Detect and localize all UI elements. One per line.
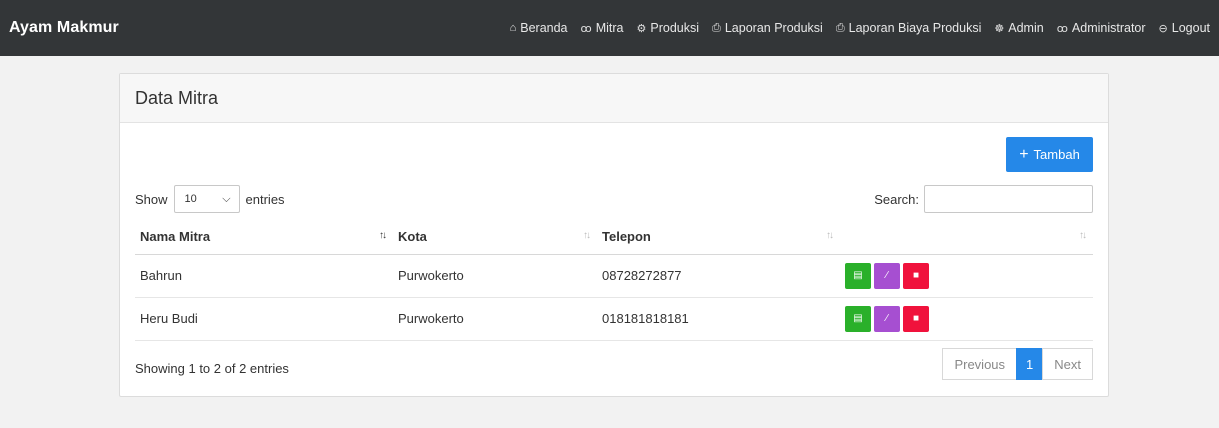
data-mitra-card: Data Mitra + Tambah Show 10 ⌵ entries Se… [119,73,1109,397]
nav-item-label: Admin [1008,21,1044,35]
table-row: Heru Budi Purwokerto 018181818181 ▤ ∕ ■ [135,297,1093,341]
column-header-label: Kota [398,228,427,244]
pagination: Previous 1 Next [942,348,1093,380]
nav-item-label: Mitra [595,21,624,35]
sort-icon: ↑↓ [583,230,591,241]
length-suffix: entries [245,191,285,207]
sort-icon: ↑↓ [1079,230,1087,241]
column-header-label: Telepon [602,228,651,244]
search-input[interactable] [924,185,1093,213]
length-prefix: Show [135,191,168,207]
nav-item-label: Logout [1171,21,1210,35]
nav-menu: ⌂ Beranda ꝏ Mitra ⚙ Produksi ⎙ Laporan P… [497,21,1210,35]
user-icon: ꝏ [1056,22,1068,35]
row-actions: ▤ ∕ ■ [845,262,1088,289]
sort-ascending-icon: ↑↓ [379,230,387,241]
edit-button[interactable]: ∕ [874,305,900,332]
table-header-row: Nama Mitra ↑↓ Kota ↑↓ Telepon ↑↓ ↑↓ [135,219,1093,255]
nav-item-logout[interactable]: ⊖ Logout [1159,21,1210,35]
nav-item-label: Administrator [1071,21,1146,35]
card-header: Data Mitra [120,74,1108,123]
gear-icon: ⚙ [636,22,647,35]
cell-kota: Purwokerto [393,254,597,298]
nav-item-admin[interactable]: ☸ Admin [994,21,1043,35]
cell-nama-mitra: Bahrun [135,254,393,298]
pagination-page-1[interactable]: 1 [1016,348,1044,380]
top-navbar: Ayam Makmur ⌂ Beranda ꝏ Mitra ⚙ Produksi… [0,0,1219,56]
cell-telepon: 018181818181 [597,297,840,341]
table-info: Showing 1 to 2 of 2 entries [135,361,289,376]
nav-item-mitra[interactable]: ꝏ Mitra [581,21,624,35]
nav-item-laporan-produksi[interactable]: ⎙ Laporan Produksi [712,21,823,35]
nav-item-beranda[interactable]: ⌂ Beranda [510,21,568,35]
add-mitra-button[interactable]: + Tambah [1006,137,1093,172]
table-row: Bahrun Purwokerto 08728272877 ▤ ∕ ■ [135,254,1093,298]
card-body: + Tambah Show 10 ⌵ entries Search: Nama … [120,123,1108,397]
users-icon: ꝏ [580,22,592,35]
search-label: Search: [874,191,919,207]
trash-icon: ■ [912,313,920,324]
column-header-nama-mitra[interactable]: Nama Mitra ↑↓ [135,219,393,255]
document-icon: ▤ [853,270,863,281]
printer-icon: ⎙ [712,21,721,34]
delete-button[interactable]: ■ [903,305,929,332]
view-button[interactable]: ▤ [845,262,871,289]
nav-item-label: Laporan Biaya Produksi [848,21,982,35]
printer-icon: ⎙ [835,21,845,34]
edit-button[interactable]: ∕ [874,262,900,289]
pagination-previous[interactable]: Previous [942,348,1018,380]
cell-actions: ▤ ∕ ■ [840,254,1093,298]
plus-icon: + [1019,145,1029,163]
nav-item-label: Laporan Produksi [724,21,823,35]
view-button[interactable]: ▤ [845,305,871,332]
search-control: Search: [874,185,1093,213]
home-icon: ⌂ [509,22,517,34]
column-header-label: Nama Mitra [140,228,211,244]
add-button-label: Tambah [1033,147,1080,162]
pencil-icon: ∕ [886,270,888,281]
group-icon: ☸ [994,22,1005,35]
sort-icon: ↑↓ [826,230,834,241]
cell-telepon: 08728272877 [597,254,840,298]
row-actions: ▤ ∕ ■ [845,305,1088,332]
nav-item-administrator[interactable]: ꝏ Administrator [1057,21,1146,35]
entries-length-control: Show 10 ⌵ entries [135,185,285,213]
nav-item-produksi[interactable]: ⚙ Produksi [637,21,700,35]
cell-actions: ▤ ∕ ■ [840,297,1093,341]
cell-nama-mitra: Heru Budi [135,297,393,341]
nav-item-label: Beranda [520,21,568,35]
column-header-actions[interactable]: ↑↓ [840,219,1093,255]
document-icon: ▤ [853,313,863,324]
mitra-table: Nama Mitra ↑↓ Kota ↑↓ Telepon ↑↓ ↑↓ Bahr… [135,219,1093,341]
entries-select[interactable]: 10 ⌵ [173,185,240,213]
pagination-next[interactable]: Next [1042,348,1093,380]
page-title: Data Mitra [135,87,219,108]
nav-item-laporan-biaya-produksi[interactable]: ⎙ Laporan Biaya Produksi [836,21,982,35]
logout-icon: ⊖ [1158,22,1168,35]
brand-title[interactable]: Ayam Makmur [9,19,119,37]
delete-button[interactable]: ■ [903,262,929,289]
entries-select-value: 10 [184,193,197,205]
cell-kota: Purwokerto [393,297,597,341]
chevron-down-icon: ⌵ [222,192,231,205]
column-header-telepon[interactable]: Telepon ↑↓ [597,219,840,255]
trash-icon: ■ [912,270,920,281]
pencil-icon: ∕ [886,313,888,324]
column-header-kota[interactable]: Kota ↑↓ [393,219,597,255]
nav-item-label: Produksi [650,21,700,35]
